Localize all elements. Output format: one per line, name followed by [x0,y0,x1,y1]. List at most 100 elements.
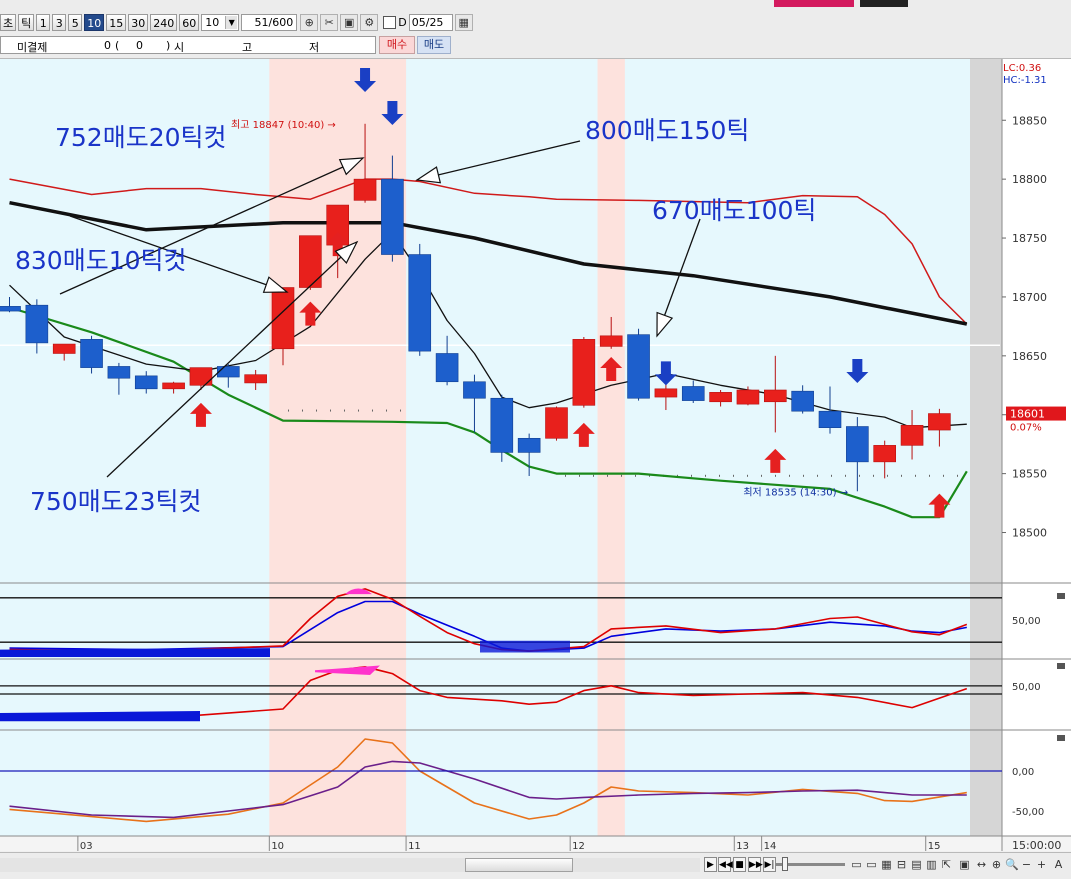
zoom-in-icon[interactable]: + [1035,857,1048,872]
period-1-button[interactable]: 1 [36,13,51,31]
open-interest-change: 0 [136,39,143,52]
chart-type-icon[interactable]: ▣ [958,857,971,872]
save-icon[interactable]: ▣ [340,13,359,31]
fast-forward-icon[interactable]: ▶▶ [748,857,763,872]
session-highlight-1 [597,59,625,836]
window-icon[interactable]: ▭ [850,857,863,872]
layout-icon[interactable]: ▥ [925,857,938,872]
tile-icon[interactable]: ▤ [910,857,923,872]
search-icon[interactable]: 🔍 [1005,857,1019,872]
close-paren: ) [166,39,171,52]
data-count-current: 51 [254,15,269,29]
dotted-mark [929,474,930,477]
candle [545,406,568,441]
window-copy-icon[interactable]: ▭ [865,857,878,872]
grid-icon[interactable]: ▦ [880,857,893,872]
candle-body [107,366,131,379]
session-high-marker: 최고 18847 (10:40) → [231,119,336,131]
session-highlight-0 [269,59,407,836]
period-second-button[interactable]: 초 [0,13,17,31]
zoom-slider-handle[interactable] [782,857,788,871]
time-tick-label: 12 [572,841,585,851]
dotted-mark [400,409,401,412]
candle-body [654,388,678,398]
pane-close-icon [1057,593,1065,599]
chart-scrollbar[interactable] [0,858,700,872]
live-badge[interactable] [860,0,908,7]
dotted-mark [344,409,345,412]
candle [490,394,514,462]
pane-close-icon [1057,735,1065,741]
candle-body [217,366,240,378]
indicator-add-icon[interactable]: ⊕ [300,13,319,31]
crosshair-icon[interactable]: ⊕ [990,857,1003,872]
calendar-icon[interactable]: ▦ [454,13,473,31]
dotted-mark [831,474,832,477]
period-3-button[interactable]: 3 [52,13,67,31]
split-icon[interactable]: ⊟ [895,857,908,872]
candle-body [545,407,568,439]
period-tick-button[interactable]: 틱 [18,13,35,31]
low-price-label: 저 [309,41,320,54]
move-icon[interactable]: ↔ [975,857,988,872]
data-count-field[interactable]: 51/600 [241,13,298,31]
chart-toolbar: 초 틱 1 3 5 10 15 30 240 60 10 ▼ 51/600 ⊕ ✂… [0,0,1071,59]
annotation-text: 800매도150틱 [585,116,749,145]
dotted-mark [705,474,706,477]
period-select[interactable]: 10 ▼ [201,13,240,31]
period-5-button[interactable]: 5 [68,13,83,31]
candle-body [900,425,924,446]
open-interest-box: 미결제 0 ( 0 ) 시 고 저 [0,36,376,54]
zoom-out-icon[interactable]: − [1020,857,1033,872]
price-tick-label: 18500 [1012,527,1047,540]
dotted-mark [719,474,720,477]
buy-button[interactable]: 매수 [379,36,415,54]
rewind-icon[interactable]: ◀◀ [718,857,733,872]
dotted-mark [565,474,566,477]
candle [299,235,322,290]
dotted-mark [747,474,748,477]
right-margin [970,59,1002,836]
sell-button[interactable]: 매도 [417,36,451,54]
period-60-button[interactable]: 60 [179,13,200,31]
dotted-mark [775,474,776,477]
dotted-mark [302,409,303,412]
scrollbar-thumb[interactable] [465,858,573,872]
tool-icon[interactable]: ✂ [320,13,339,31]
promo-badge[interactable] [774,0,854,7]
rsi-pane-axis-label: 50,00 [1012,682,1041,693]
gear-icon[interactable]: ⚙ [360,13,379,31]
chart-svg[interactable]: 1885018800187501870018650186001855018500… [0,59,1071,852]
dotted-mark [607,474,608,477]
play-icon[interactable]: ▶ [704,857,717,872]
dotted-mark [733,474,734,477]
candle-body [736,389,760,405]
chart-area[interactable]: 1885018800187501870018650186001855018500… [0,59,1071,854]
dotted-mark [789,474,790,477]
dotted-mark [358,409,359,412]
resize-icon[interactable]: ⇱ [940,857,953,872]
candle-body [572,339,596,406]
candle-body [818,410,842,428]
period-30-button[interactable]: 30 [128,13,149,31]
font-size-icon[interactable]: A [1052,857,1065,872]
lc-label: LC:0.36 [1003,63,1041,74]
candle-body [52,343,76,354]
period-10-button[interactable]: 10 [84,13,105,31]
candle [408,243,432,356]
price-tick-label: 18650 [1012,350,1047,363]
date-checkbox[interactable] [383,15,397,29]
period-240-button[interactable]: 240 [150,13,178,31]
period-row: 초 틱 1 3 5 10 15 30 240 60 10 ▼ 51/600 ⊕ ✂… [0,12,475,32]
pane-close-icon [1057,663,1065,669]
candle-body [627,334,650,399]
candle-body [928,413,951,431]
time-tick-label: 03 [80,841,93,851]
date-field[interactable]: 05/25 [408,13,453,31]
current-change-label: 0.07% [1010,423,1042,434]
dotted-mark [873,474,874,477]
candle-body [244,374,267,384]
stop-icon[interactable]: ■ [733,857,746,872]
period-15-button[interactable]: 15 [106,13,127,31]
chart-footer: ▶ ◀◀ ■ ▶▶ ▶| ▭ ▭ ▦ ⊟ ▤ ▥ ⇱ ▣ ↔ ⊕ 🔍 − + A [0,852,1071,879]
